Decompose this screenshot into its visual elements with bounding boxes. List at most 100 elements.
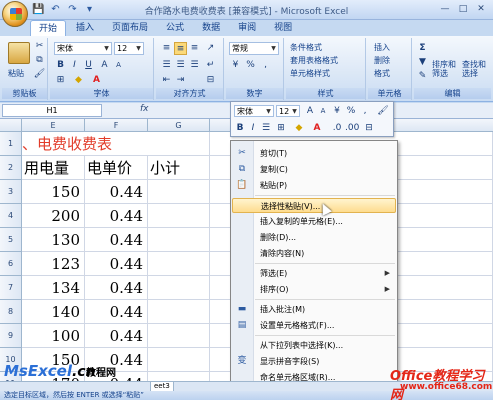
merge-center-icon[interactable]: ⊟	[204, 74, 217, 87]
copy-icon[interactable]: ⧉	[33, 54, 46, 67]
sheet-title-cell[interactable]: 、电费收费表	[22, 132, 210, 156]
tab-home[interactable]: 开始	[30, 20, 67, 36]
table-cell[interactable]: 0.44	[85, 228, 148, 252]
mini-font-combo[interactable]: 宋体 ▼	[234, 105, 274, 117]
row-header[interactable]: 8	[0, 300, 22, 324]
table-cell[interactable]: 100	[22, 324, 85, 348]
mini-align-center-icon[interactable]: ☰	[260, 122, 272, 134]
table-cell[interactable]: 134	[22, 276, 85, 300]
paste-icon[interactable]	[8, 42, 30, 64]
context-menu-item[interactable]: 从下拉列表中选择(K)...	[232, 338, 396, 353]
mini-fill-color-icon[interactable]: ◆	[293, 122, 305, 134]
table-cell[interactable]	[148, 204, 210, 228]
table-cell[interactable]	[148, 324, 210, 348]
close-button[interactable]: ✕	[473, 2, 489, 16]
mini-percent-icon[interactable]: %	[345, 105, 357, 117]
align-center-icon[interactable]: ☰	[174, 59, 187, 72]
sort-filter-button[interactable]: 排序和筛选	[432, 60, 462, 78]
font-size-combo[interactable]: 12 ▼	[114, 42, 144, 55]
table-cell[interactable]: 0.44	[85, 252, 148, 276]
row-header[interactable]: 7	[0, 276, 22, 300]
table-cell[interactable]: 0.44	[85, 324, 148, 348]
tab-insert[interactable]: 插入	[68, 20, 102, 36]
insert-cells-button[interactable]: 插入	[374, 42, 390, 53]
decrease-indent-icon[interactable]: ⇤	[160, 74, 173, 87]
delete-cells-button[interactable]: 删除	[374, 55, 390, 66]
table-cell[interactable]	[148, 228, 210, 252]
context-menu-item[interactable]: 清除内容(N)	[232, 246, 396, 261]
conditional-format-button[interactable]: 条件格式	[290, 42, 322, 53]
tab-data[interactable]: 数据	[194, 20, 228, 36]
context-menu-item[interactable]: 排序(O) ▶	[232, 282, 396, 297]
format-cells-button[interactable]: 格式	[374, 68, 390, 79]
bold-button[interactable]: B	[54, 59, 67, 72]
row-header[interactable]: 4	[0, 204, 22, 228]
column-title-cell[interactable]: 小计	[148, 156, 210, 180]
row-header[interactable]: 3	[0, 180, 22, 204]
column-header-g[interactable]: G	[148, 119, 210, 132]
context-menu-item[interactable]: ⧉ 复制(C)	[232, 162, 396, 177]
table-cell[interactable]: 150	[22, 180, 85, 204]
maximize-button[interactable]: □	[455, 2, 471, 16]
mini-decrease-decimal-icon[interactable]: .0	[331, 122, 343, 134]
context-menu-item[interactable]: 插入复制的单元格(E)...	[232, 214, 396, 229]
name-box[interactable]: H1	[2, 104, 102, 117]
table-cell[interactable]: 0.44	[85, 204, 148, 228]
clear-icon[interactable]: ✎	[416, 70, 429, 83]
table-cell[interactable]: 140	[22, 300, 85, 324]
table-cell[interactable]	[148, 348, 210, 372]
tab-view[interactable]: 视图	[266, 20, 300, 36]
context-menu-item[interactable]: 📋 粘贴(P)	[232, 178, 396, 193]
increase-indent-icon[interactable]: ⇥	[174, 74, 187, 87]
table-cell[interactable]: 123	[22, 252, 85, 276]
table-cell[interactable]: 130	[22, 228, 85, 252]
mini-currency-icon[interactable]: ¥	[331, 105, 343, 117]
wrap-text-icon[interactable]: ↵	[204, 59, 217, 72]
table-cell[interactable]	[148, 252, 210, 276]
align-bottom-icon[interactable]: ≡	[188, 42, 201, 55]
cut-icon[interactable]: ✂	[33, 40, 46, 53]
mini-italic-button[interactable]: I	[247, 122, 259, 134]
align-right-icon[interactable]: ☰	[188, 59, 201, 72]
column-header-e[interactable]: E	[22, 119, 85, 132]
row-header[interactable]: 5	[0, 228, 22, 252]
row-header[interactable]: 2	[0, 156, 22, 180]
mini-size-combo[interactable]: 12 ▼	[276, 105, 300, 117]
align-middle-icon[interactable]: ≡	[174, 42, 187, 55]
format-painter-icon[interactable]: 🖌	[33, 68, 46, 81]
context-menu-item[interactable]: ▤ 设置单元格格式(F)...	[232, 318, 396, 333]
shrink-font-icon[interactable]: A	[112, 59, 125, 72]
fill-color-icon[interactable]: ◆	[72, 74, 85, 87]
table-cell[interactable]: 0.44	[85, 180, 148, 204]
fx-icon[interactable]: fx	[140, 104, 149, 114]
context-menu-item[interactable]: 删除(D)...	[232, 230, 396, 245]
tab-formulas[interactable]: 公式	[158, 20, 192, 36]
orientation-icon[interactable]: ↗	[204, 42, 217, 55]
context-menu-item[interactable]: ▬ 插入批注(M)	[232, 302, 396, 317]
format-as-table-button[interactable]: 套用表格格式	[290, 55, 338, 66]
select-all-corner[interactable]	[0, 119, 22, 132]
column-title-cell[interactable]: 电单价	[85, 156, 148, 180]
borders-icon[interactable]: ⊞	[54, 74, 67, 87]
mini-font-color-icon[interactable]: A	[311, 122, 323, 134]
tab-review[interactable]: 审阅	[230, 20, 264, 36]
mini-increase-decimal-icon[interactable]: .00	[345, 122, 359, 134]
comma-icon[interactable]: ,	[259, 59, 272, 72]
table-cell[interactable]	[148, 300, 210, 324]
underline-button[interactable]: U	[82, 59, 95, 72]
fill-icon[interactable]: ▼	[416, 56, 429, 69]
cell-styles-button[interactable]: 单元格样式	[290, 68, 330, 79]
mini-borders-icon[interactable]: ⊞	[275, 122, 287, 134]
font-color-icon[interactable]: A	[90, 74, 103, 87]
row-header[interactable]: 9	[0, 324, 22, 348]
row-header[interactable]: 6	[0, 252, 22, 276]
number-format-combo[interactable]: 常规 ▼	[229, 42, 279, 55]
paste-button-label[interactable]: 粘贴	[8, 68, 24, 79]
mini-merge-icon[interactable]: ⊟	[363, 122, 375, 134]
mini-shrink-font-icon[interactable]: A	[317, 105, 329, 117]
align-left-icon[interactable]: ☰	[160, 59, 173, 72]
context-menu-item[interactable]: 变 显示拼音字段(S)	[232, 354, 396, 369]
mini-comma-icon[interactable]: ,	[359, 105, 371, 117]
column-title-cell[interactable]: 用电量	[22, 156, 85, 180]
grow-font-icon[interactable]: A	[98, 59, 111, 72]
